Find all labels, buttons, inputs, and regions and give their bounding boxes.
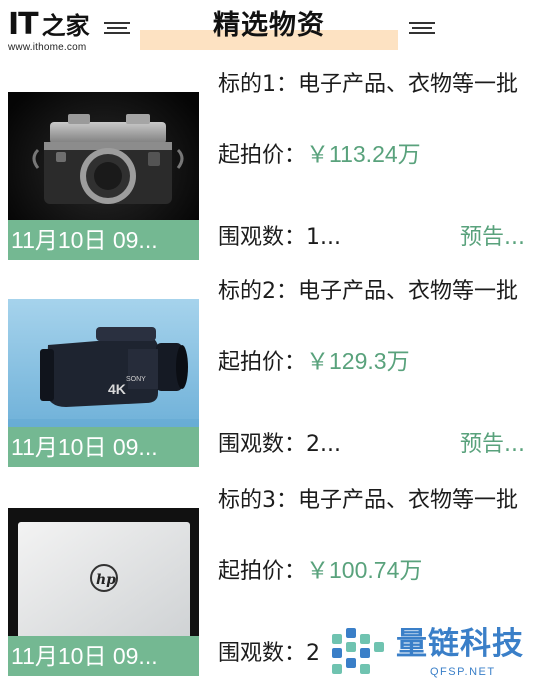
starting-price: 起拍价：￥129.3万: [218, 346, 410, 378]
item-start-date: 11月10日 09...: [8, 427, 199, 467]
watch-count: 围观数：2: [218, 639, 320, 669]
watermark-logo-icon: [332, 628, 384, 674]
price-value: ￥100.74万: [306, 557, 423, 583]
price-label: 起拍价：: [218, 559, 307, 584]
page-header: IT 之家 www.ithome.com 精选物资: [0, 0, 550, 62]
watch-label: 围观数：: [218, 641, 307, 666]
price-label: 起拍价：: [218, 143, 307, 168]
logo-home-text: 之家: [41, 11, 90, 40]
item-thumbnail[interactable]: 4K SONY 11月10日 09...: [8, 299, 199, 467]
watch-count: 围观数：1...: [218, 223, 341, 253]
svg-text:4K: 4K: [108, 381, 126, 397]
watch-label: 围观数：: [218, 225, 307, 250]
ithome-logo[interactable]: IT 之家 www.ithome.com: [8, 8, 94, 54]
status-badge: 预告...: [460, 432, 525, 457]
watch-value: 2...: [306, 432, 341, 457]
svg-text:hp: hp: [96, 572, 116, 588]
auction-item-1[interactable]: 11月10日 09... 标的1：电子产品、衣物等一批 起拍价：￥113.24万…: [0, 62, 550, 262]
item-start-date: 11月10日 09...: [8, 220, 199, 260]
watermark-name: 量链科技: [396, 626, 524, 662]
page-title: 精选物资: [213, 10, 325, 41]
starting-price: 起拍价：￥100.74万: [218, 555, 422, 587]
logo-mark: IT 之家: [8, 8, 94, 40]
price-label: 起拍价：: [218, 350, 307, 375]
title-decoration-left-icon: [104, 22, 130, 36]
price-value: ￥113.24万: [306, 141, 421, 167]
starting-price: 起拍价：￥113.24万: [218, 139, 421, 171]
svg-text:SONY: SONY: [126, 376, 146, 383]
watch-label: 围观数：: [218, 432, 307, 457]
item-thumbnail[interactable]: 11月10日 09...: [8, 92, 199, 260]
logo-url: www.ithome.com: [8, 42, 87, 53]
watermark: 量链科技 QFSP.NET: [330, 622, 550, 684]
watch-value: 1...: [306, 225, 341, 250]
status-badge: 预告...: [460, 225, 525, 250]
item-start-date: 11月10日 09...: [8, 636, 199, 676]
item-title[interactable]: 标的2：电子产品、衣物等一批: [218, 277, 538, 307]
title-decoration-right-icon: [409, 22, 435, 36]
price-value: ￥129.3万: [306, 348, 410, 374]
item-title[interactable]: 标的3：电子产品、衣物等一批: [218, 486, 538, 516]
logo-it-text: IT: [8, 7, 39, 42]
item-title[interactable]: 标的1：电子产品、衣物等一批: [218, 70, 538, 100]
auction-item-2[interactable]: 4K SONY 11月10日 09... 标的2：电子产品、衣物等一批 起拍价：…: [0, 271, 550, 471]
watermark-domain: QFSP.NET: [430, 666, 496, 678]
item-thumbnail[interactable]: hp 11月10日 09...: [8, 508, 199, 676]
watch-count: 围观数：2...: [218, 430, 341, 460]
watch-value: 2: [306, 641, 321, 666]
